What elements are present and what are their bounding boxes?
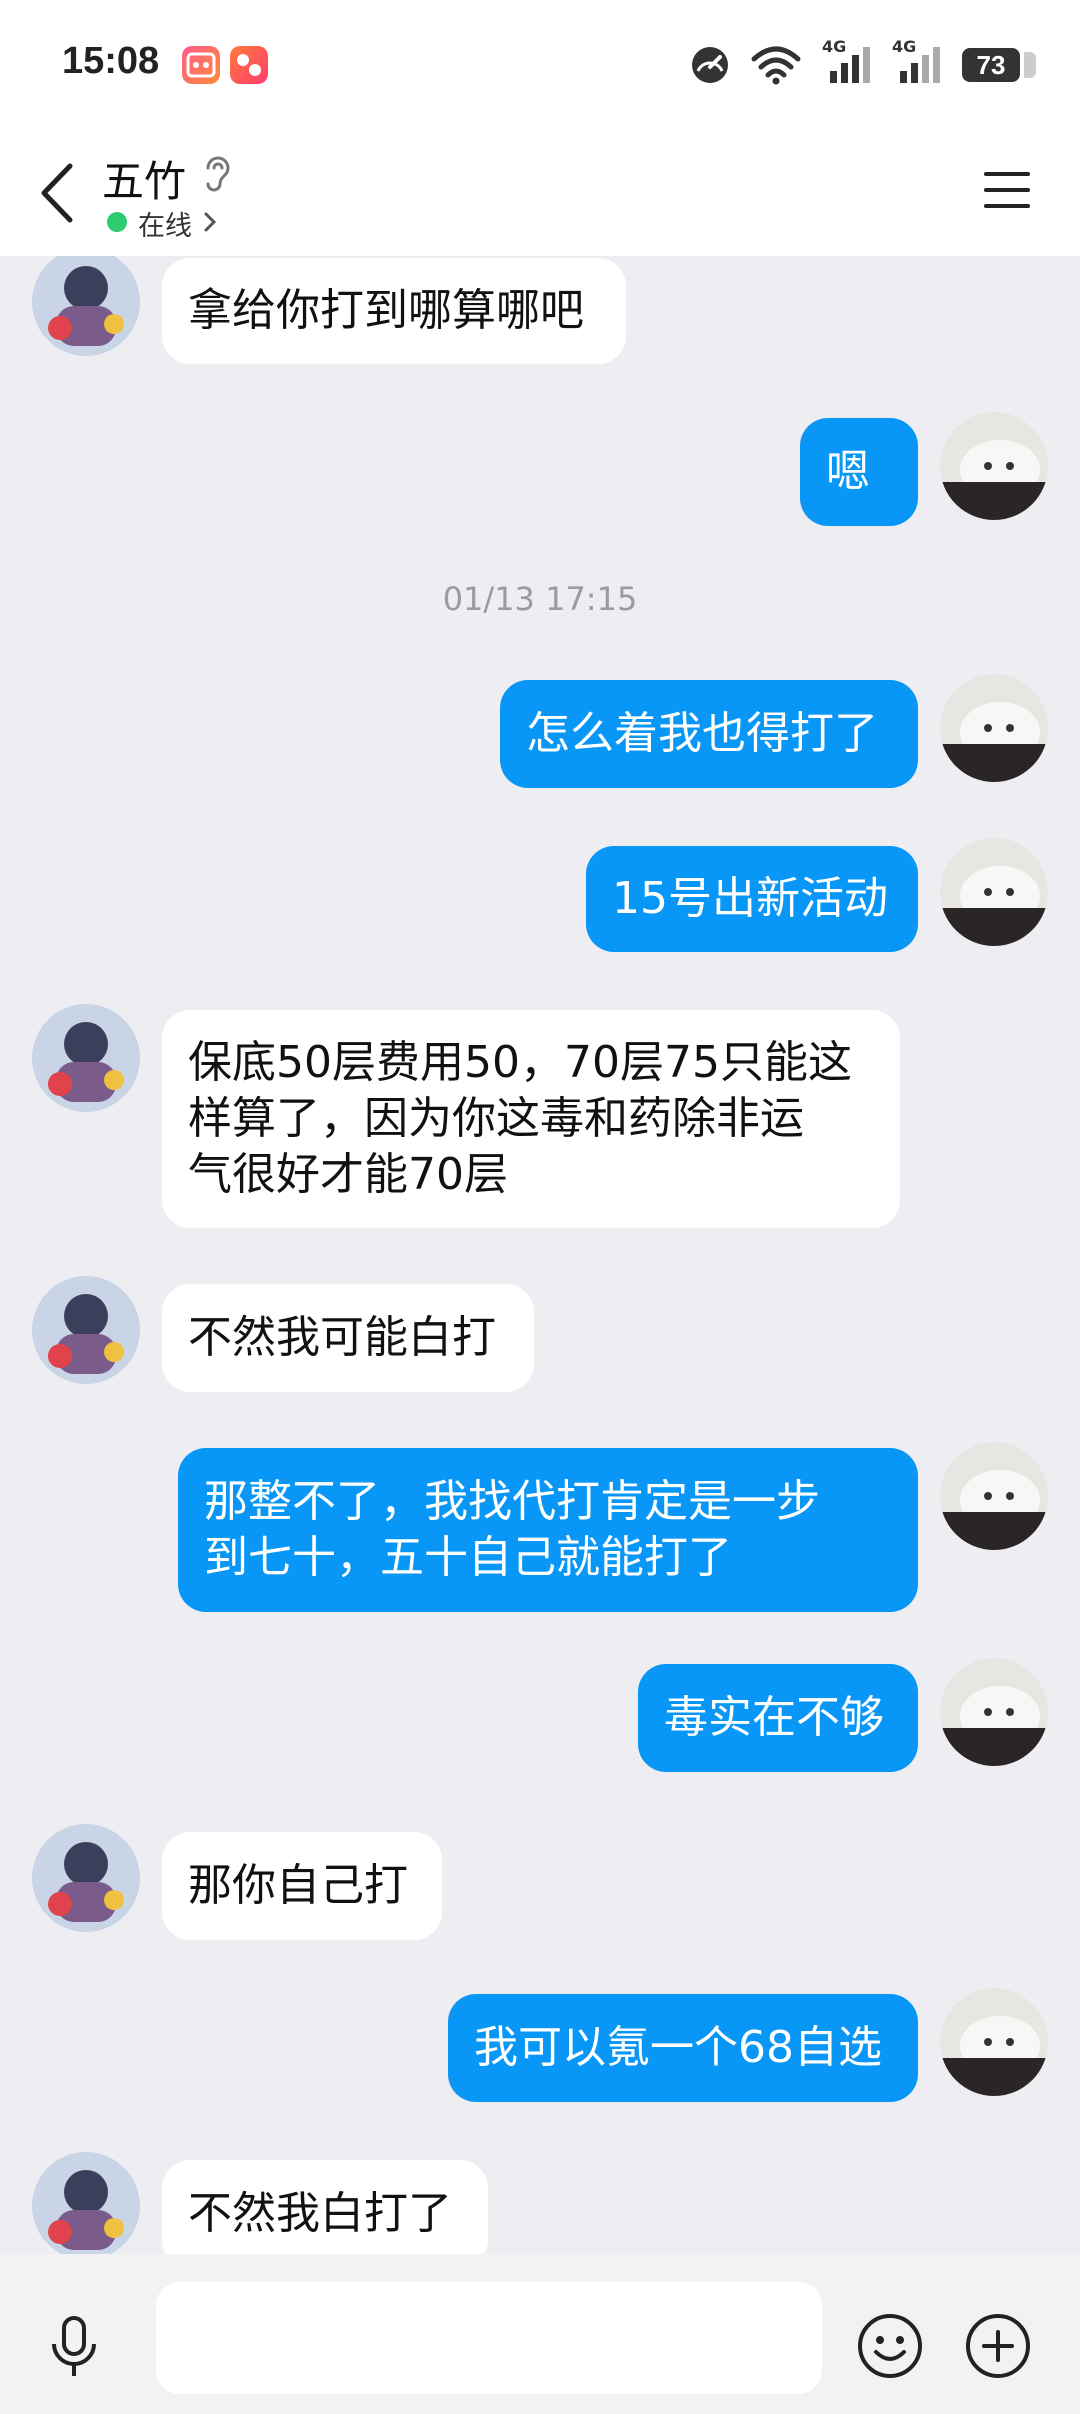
app-icon-2 <box>230 46 268 84</box>
menu-icon[interactable] <box>982 168 1032 212</box>
message-input[interactable] <box>156 2282 822 2394</box>
message-timestamp: 01/13 17:15 <box>442 580 638 618</box>
message-bubble-outgoing[interactable]: 那整不了，我找代打肯定是一步 到七十，五十自己就能打了 <box>178 1448 918 1612</box>
user-avatar[interactable] <box>940 674 1048 782</box>
speed-gauge-icon <box>690 43 730 87</box>
input-bar <box>0 2254 1080 2414</box>
contact-avatar[interactable] <box>32 1004 140 1112</box>
ear-icon <box>200 152 236 196</box>
plus-icon[interactable] <box>964 2312 1032 2380</box>
app-icon-1 <box>182 46 220 84</box>
signal-icon-1: 4G <box>822 37 872 87</box>
contact-name[interactable]: 五竹 <box>102 148 186 209</box>
back-arrow-icon[interactable] <box>34 158 84 228</box>
message-bubble-outgoing[interactable]: 毒实在不够 <box>638 1664 918 1772</box>
contact-avatar[interactable] <box>32 2152 140 2254</box>
chevron-right-icon[interactable] <box>200 208 220 236</box>
message-bubble-incoming[interactable]: 保底50层费用50，70层75只能这 样算了，因为你这毒和药除非运 气很好才能7… <box>162 1010 900 1228</box>
online-status[interactable]: 在线 <box>138 204 192 243</box>
user-avatar[interactable] <box>940 838 1048 946</box>
message-bubble-outgoing[interactable]: 嗯 <box>800 418 918 526</box>
message-bubble-incoming[interactable]: 不然我可能白打 <box>162 1284 534 1392</box>
message-bubble-outgoing[interactable]: 15号出新活动 <box>586 846 918 952</box>
message-bubble-incoming[interactable]: 不然我白打了 <box>162 2160 488 2254</box>
message-bubble-outgoing[interactable]: 怎么着我也得打了 <box>500 680 918 788</box>
status-bar: 15:08 4G 4G 73 <box>0 0 1080 128</box>
message-bubble-incoming[interactable]: 拿给你打到哪算哪吧 <box>162 258 626 364</box>
wifi-icon <box>750 43 802 87</box>
battery-icon: 73 <box>962 48 1036 82</box>
signal-icon-2: 4G <box>892 37 942 87</box>
online-indicator <box>107 212 127 232</box>
user-avatar[interactable] <box>940 1442 1048 1550</box>
message-bubble-outgoing[interactable]: 我可以氪一个68自选 <box>448 1994 918 2102</box>
user-avatar[interactable] <box>940 1658 1048 1766</box>
contact-avatar[interactable] <box>32 256 140 356</box>
user-avatar[interactable] <box>940 1988 1048 2096</box>
contact-avatar[interactable] <box>32 1824 140 1932</box>
microphone-icon[interactable] <box>44 2314 104 2380</box>
chat-header: 五竹 在线 <box>0 128 1080 256</box>
contact-avatar[interactable] <box>32 1276 140 1384</box>
message-bubble-incoming[interactable]: 那你自己打 <box>162 1832 442 1940</box>
status-time: 15:08 <box>62 40 160 82</box>
emoji-icon[interactable] <box>856 2312 924 2380</box>
user-avatar[interactable] <box>940 412 1048 520</box>
message-list[interactable]: 拿给你打到哪算哪吧 嗯 01/13 17:15 怎么着我也得打了 15号出新活动… <box>0 256 1080 2254</box>
